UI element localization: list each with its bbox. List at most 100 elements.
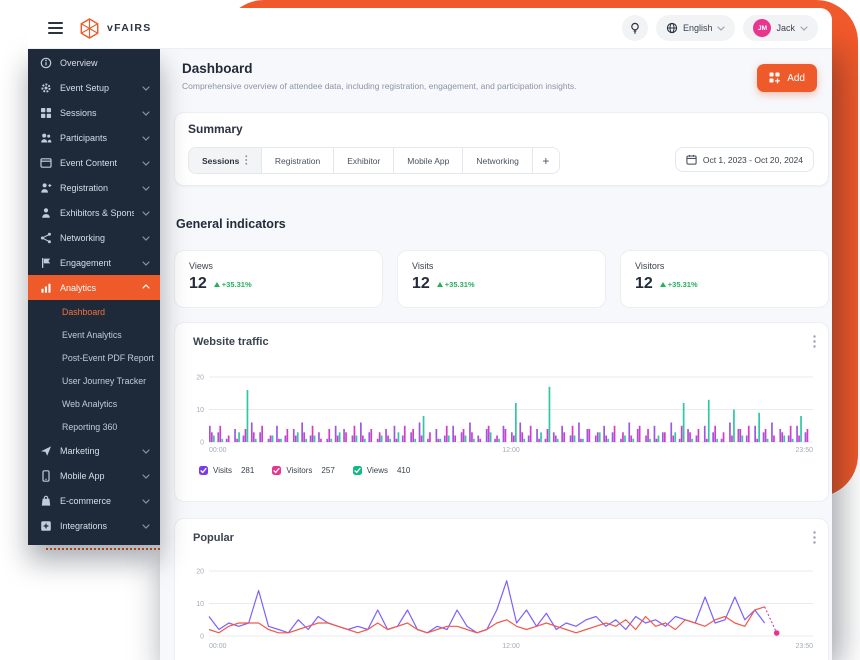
sidebar-subitem-post-event-pdf-report[interactable]: Post-Event PDF Report <box>28 346 160 369</box>
legend-checkbox-visits[interactable] <box>199 466 208 475</box>
add-button-label: Add <box>787 73 805 84</box>
tab-exhibitor[interactable]: Exhibitor <box>334 148 394 173</box>
plus-square-icon <box>40 520 52 532</box>
svg-text:20: 20 <box>196 569 204 576</box>
sidebar-item-registration[interactable]: Registration <box>28 175 160 200</box>
summary-card: Summary Sessions Registration Exhibitor Mob… <box>174 112 829 186</box>
sidebar-subitem-user-journey-tracker[interactable]: User Journey Tracker <box>28 369 160 392</box>
stat-label: Visitors <box>635 261 814 271</box>
sidebar-item-integrations[interactable]: Integrations <box>28 513 160 538</box>
tab-label: Mobile App <box>407 156 449 166</box>
svg-text:23:50: 23:50 <box>795 447 813 454</box>
stat-delta-value: +35.31% <box>445 280 475 289</box>
svg-text:00:00: 00:00 <box>209 447 227 454</box>
stat-cards: Views12+35.31%Visits12+35.31%Visitors12+… <box>174 250 829 308</box>
sidebar-nav: Overview Event SetupSessions Participants E… <box>28 48 160 545</box>
sidebar-item-participants[interactable]: Participants <box>28 125 160 150</box>
sidebar-subitem-label: Web Analytics <box>62 399 117 409</box>
svg-text:0: 0 <box>200 440 204 447</box>
sidebar-item-sessions[interactable]: Sessions <box>28 100 160 125</box>
add-button[interactable]: Add <box>757 64 817 92</box>
chart-icon <box>40 282 52 294</box>
date-range-picker[interactable]: Oct 1, 2023 - Oct 20, 2024 <box>675 147 814 172</box>
stat-label: Views <box>189 261 368 271</box>
sidebar-subitem-reporting-360[interactable]: Reporting 360 <box>28 415 160 438</box>
tab-options-icon[interactable] <box>245 155 248 167</box>
stat-card-visitors: Visitors12+35.31% <box>620 250 829 308</box>
sidebar-item-analytics[interactable]: Analytics <box>28 275 160 300</box>
stat-value: 12 <box>635 275 653 293</box>
stat-value: 12 <box>412 275 430 293</box>
legend-item-views: Views410 <box>353 466 411 475</box>
sidebar-item-label: E-commerce <box>60 496 134 506</box>
plane-icon <box>40 445 52 457</box>
sidebar-subitem-web-analytics[interactable]: Web Analytics <box>28 392 160 415</box>
tab-label: Exhibitor <box>347 156 380 166</box>
sidebar-item-mobile-app[interactable]: Mobile App <box>28 463 160 488</box>
lightbulb-icon <box>629 22 641 35</box>
sidebar-item-exhibitors-sponsors[interactable]: Exhibitors & Sponsors <box>28 200 160 225</box>
tab-label: Registration <box>275 156 320 166</box>
sidebar-item-overview[interactable]: Overview <box>28 50 160 75</box>
chevron-down-icon <box>142 186 150 191</box>
tab-label: Sessions <box>202 156 239 166</box>
sidebar-item-label: Mobile App <box>60 471 134 481</box>
sidebar-subitem-dashboard[interactable]: Dashboard <box>28 300 160 323</box>
up-arrow-icon <box>437 282 443 287</box>
legend-count: 410 <box>397 466 410 475</box>
sidebar-item-label: Registration <box>60 183 134 193</box>
legend-checkbox-visitors[interactable] <box>272 466 281 475</box>
chart-legend: Visits281Visitors257Views410 <box>199 466 410 475</box>
avatar: JM <box>753 19 771 37</box>
chevron-down-icon <box>142 236 150 241</box>
tab-sessions[interactable]: Sessions <box>189 148 262 173</box>
page-subtitle: Comprehensive overview of attendee data,… <box>182 81 577 91</box>
legend-label: Visitors <box>286 466 312 475</box>
user-menu[interactable]: JM Jack <box>743 15 818 41</box>
chevron-down-icon <box>142 161 150 166</box>
bag-icon <box>40 495 52 507</box>
sidebar-item-marketing[interactable]: Marketing <box>28 438 160 463</box>
sidebar-item-e-commerce[interactable]: E-commerce <box>28 488 160 513</box>
info-icon <box>40 57 52 69</box>
popular-chart: 0102000:0012:0023:50 <box>185 565 817 653</box>
legend-label: Visits <box>213 466 232 475</box>
chevron-down-icon <box>717 26 725 31</box>
grid-icon <box>40 107 52 119</box>
svg-text:00:00: 00:00 <box>209 643 227 650</box>
add-tab-button[interactable]: + <box>533 148 559 173</box>
idea-button[interactable] <box>622 15 648 41</box>
popular-card: Popular 0102000:0012:0023:50 <box>174 518 829 660</box>
chevron-down-icon <box>142 211 150 216</box>
sidebar-item-networking[interactable]: Networking <box>28 225 160 250</box>
chevron-down-icon <box>142 449 150 454</box>
sidebar-item-label: Integrations <box>60 521 134 531</box>
globe-icon <box>666 22 678 34</box>
person-plus-icon <box>40 182 52 194</box>
grid-plus-icon <box>769 72 781 84</box>
sidebar-item-event-content[interactable]: Event Content <box>28 150 160 175</box>
sidebar-item-label: Overview <box>60 58 150 68</box>
stat-delta: +35.31% <box>437 280 475 289</box>
page-title: Dashboard <box>182 61 253 76</box>
tab-mobile-app[interactable]: Mobile App <box>394 148 463 173</box>
sidebar-item-label: Engagement <box>60 258 134 268</box>
sidebar-subitem-label: Event Analytics <box>62 330 122 340</box>
sidebar-subitem-label: Post-Event PDF Report <box>62 353 154 363</box>
sidebar-item-engagement[interactable]: Engagement <box>28 250 160 275</box>
chevron-down-icon <box>142 86 150 91</box>
sidebar-item-label: Participants <box>60 133 134 143</box>
tab-networking[interactable]: Networking <box>463 148 533 173</box>
kebab-menu-icon[interactable] <box>813 531 816 549</box>
sidebar-item-event-setup[interactable]: Event Setup <box>28 75 160 100</box>
stat-value: 12 <box>189 275 207 293</box>
tab-registration[interactable]: Registration <box>262 148 334 173</box>
kebab-menu-icon[interactable] <box>813 335 816 353</box>
sidebar-subitem-label: User Journey Tracker <box>62 376 146 386</box>
hamburger-menu-button[interactable] <box>48 22 63 33</box>
summary-title: Summary <box>188 122 243 136</box>
legend-checkbox-views[interactable] <box>353 466 362 475</box>
sidebar-subitem-event-analytics[interactable]: Event Analytics <box>28 323 160 346</box>
language-selector[interactable]: English <box>656 15 736 41</box>
legend-count: 281 <box>241 466 254 475</box>
